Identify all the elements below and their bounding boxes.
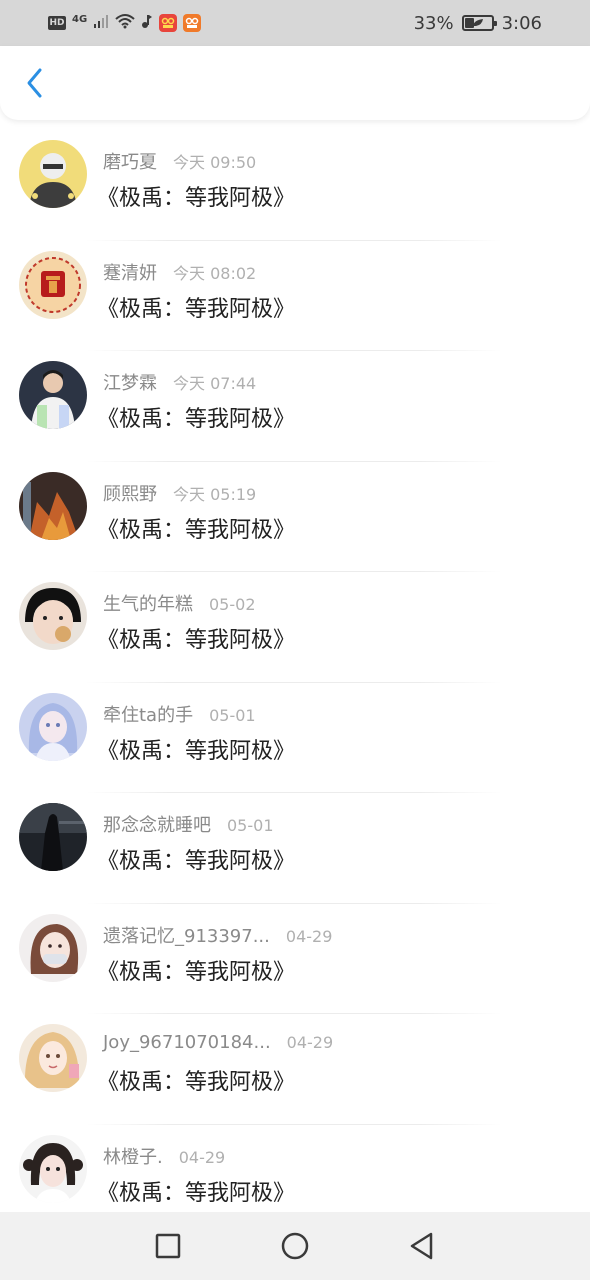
network-type: 4G: [72, 14, 88, 25]
username[interactable]: 林橙子.: [103, 1143, 163, 1169]
back-nav-button[interactable]: [402, 1226, 442, 1266]
list-item[interactable]: 那念念就睡吧 05-01 《极禹：等我阿极》: [0, 793, 590, 904]
item-text: 那念念就睡吧 05-01 《极禹：等我阿极》: [97, 811, 295, 875]
system-nav-bar: [0, 1212, 590, 1280]
message-text: 《极禹：等我阿极》: [97, 738, 296, 764]
status-bar: HD 4G 33% 3:06: [0, 0, 590, 46]
avatar[interactable]: [19, 1134, 87, 1203]
timestamp: 今天 09:50: [173, 153, 257, 172]
signal-icon: [93, 13, 109, 34]
username[interactable]: 那念念就睡吧: [103, 811, 211, 837]
avatar[interactable]: [19, 1024, 87, 1092]
circle-icon: [281, 1232, 309, 1260]
avatar[interactable]: [19, 803, 87, 871]
item-meta: 生气的年糕 05-02: [103, 590, 295, 616]
timestamp: 今天 05:19: [173, 484, 257, 504]
music-icon: [141, 13, 153, 34]
avatar[interactable]: [19, 250, 87, 319]
status-right: 33% 3:06: [414, 13, 542, 34]
timestamp: 04-29: [286, 1033, 334, 1052]
chevron-left-icon: [27, 68, 42, 98]
item-meta: 江梦霖 今天 07:44: [103, 369, 295, 395]
item-text: 林橙子. 04-29 《极禹：等我阿极》: [97, 1143, 295, 1207]
username[interactable]: 顾熙野: [103, 480, 157, 506]
hd-icon: HD: [48, 16, 66, 30]
home-button[interactable]: [275, 1226, 315, 1266]
app-badge-icon: [183, 14, 202, 32]
status-left: HD 4G: [48, 13, 202, 34]
username[interactable]: 磨巧夏: [103, 148, 157, 174]
list-item[interactable]: 磨巧夏 今天 09:50 《极禹：等我阿极》: [0, 130, 590, 241]
timestamp: 05-01: [227, 816, 274, 835]
app-screen: HD 4G 33% 3:06 磨巧夏 今天 09:50 《极禹：等我阿极》 蹇清…: [0, 0, 590, 1280]
timestamp: 04-29: [178, 1147, 226, 1167]
list-item[interactable]: 牵住ta的手 05-01 《极禹：等我阿极》: [0, 683, 590, 793]
message-text: 《极禹：等我阿极》: [97, 186, 296, 211]
item-text: 顾熙野 今天 05:19 《极禹：等我阿极》: [97, 480, 295, 544]
avatar[interactable]: [19, 361, 87, 429]
avatar[interactable]: [19, 471, 87, 540]
username[interactable]: 江梦霖: [103, 369, 157, 395]
item-text: 蹇清妍 今天 08:02 《极禹：等我阿极》: [97, 259, 295, 323]
list-item[interactable]: 江梦霖 今天 07:44 《极禹：等我阿极》: [0, 351, 590, 462]
item-meta: 蹇清妍 今天 08:02: [103, 259, 295, 285]
battery-icon: [461, 15, 497, 31]
clock: 3:06: [501, 12, 542, 34]
timestamp: 05-02: [209, 595, 256, 614]
list-item[interactable]: Joy_9671070184... 04-29 《极禹：等我阿极》: [0, 1014, 590, 1125]
item-text: 江梦霖 今天 07:44 《极禹：等我阿极》: [97, 369, 295, 433]
recent-apps-button[interactable]: [148, 1226, 188, 1266]
item-text: 生气的年糕 05-02 《极禹：等我阿极》: [97, 590, 295, 654]
back-button[interactable]: [20, 63, 50, 103]
username[interactable]: Joy_9671070184...: [103, 1032, 271, 1053]
list-item[interactable]: 蹇清妍 今天 08:02 《极禹：等我阿极》: [0, 241, 590, 351]
item-text: 遗落记忆_913397... 04-29 《极禹：等我阿极》: [97, 922, 333, 986]
battery-percent: 33%: [413, 12, 454, 34]
wifi-icon: [115, 13, 135, 34]
item-meta: 林橙子. 04-29: [103, 1143, 295, 1169]
item-meta: 那念念就睡吧 05-01: [103, 811, 295, 837]
item-meta: 牵住ta的手 05-01: [103, 701, 295, 727]
square-icon: [156, 1233, 181, 1259]
item-meta: Joy_9671070184... 04-29: [103, 1032, 333, 1056]
triangle-back-icon: [410, 1232, 432, 1260]
message-list: 磨巧夏 今天 09:50 《极禹：等我阿极》 蹇清妍 今天 08:02 《极禹：…: [0, 130, 590, 1235]
app-badge-icon: [159, 14, 178, 32]
message-text: 《极禹：等我阿极》: [97, 1180, 296, 1206]
message-text: 《极禹：等我阿极》: [97, 1070, 296, 1095]
timestamp: 04-29: [285, 926, 333, 946]
timestamp: 05-01: [209, 705, 256, 725]
message-text: 《极禹：等我阿极》: [97, 517, 296, 543]
item-meta: 顾熙野 今天 05:19: [103, 480, 295, 506]
item-text: 磨巧夏 今天 09:50 《极禹：等我阿极》: [97, 148, 295, 212]
username[interactable]: 生气的年糕: [103, 590, 193, 616]
timestamp: 今天 08:02: [173, 263, 257, 283]
avatar[interactable]: [19, 582, 87, 650]
username[interactable]: 蹇清妍: [103, 259, 157, 285]
list-item[interactable]: 遗落记忆_913397... 04-29 《极禹：等我阿极》: [0, 904, 590, 1014]
message-text: 《极禹：等我阿极》: [97, 849, 296, 874]
avatar[interactable]: [19, 140, 87, 208]
username[interactable]: 遗落记忆_913397...: [103, 922, 270, 948]
header-bar: [0, 46, 590, 120]
list-item[interactable]: 顾熙野 今天 05:19 《极禹：等我阿极》: [0, 462, 590, 572]
item-text: Joy_9671070184... 04-29 《极禹：等我阿极》: [97, 1032, 333, 1096]
message-text: 《极禹：等我阿极》: [97, 628, 296, 653]
message-text: 《极禹：等我阿极》: [97, 959, 296, 985]
timestamp: 今天 07:44: [173, 374, 257, 393]
avatar[interactable]: [19, 913, 87, 982]
username[interactable]: 牵住ta的手: [103, 701, 193, 727]
item-text: 牵住ta的手 05-01 《极禹：等我阿极》: [97, 701, 295, 765]
message-text: 《极禹：等我阿极》: [97, 296, 296, 322]
item-meta: 遗落记忆_913397... 04-29: [103, 922, 333, 948]
list-item[interactable]: 生气的年糕 05-02 《极禹：等我阿极》: [0, 572, 590, 683]
avatar[interactable]: [19, 692, 87, 761]
item-meta: 磨巧夏 今天 09:50: [103, 148, 295, 174]
message-text: 《极禹：等我阿极》: [97, 407, 296, 432]
